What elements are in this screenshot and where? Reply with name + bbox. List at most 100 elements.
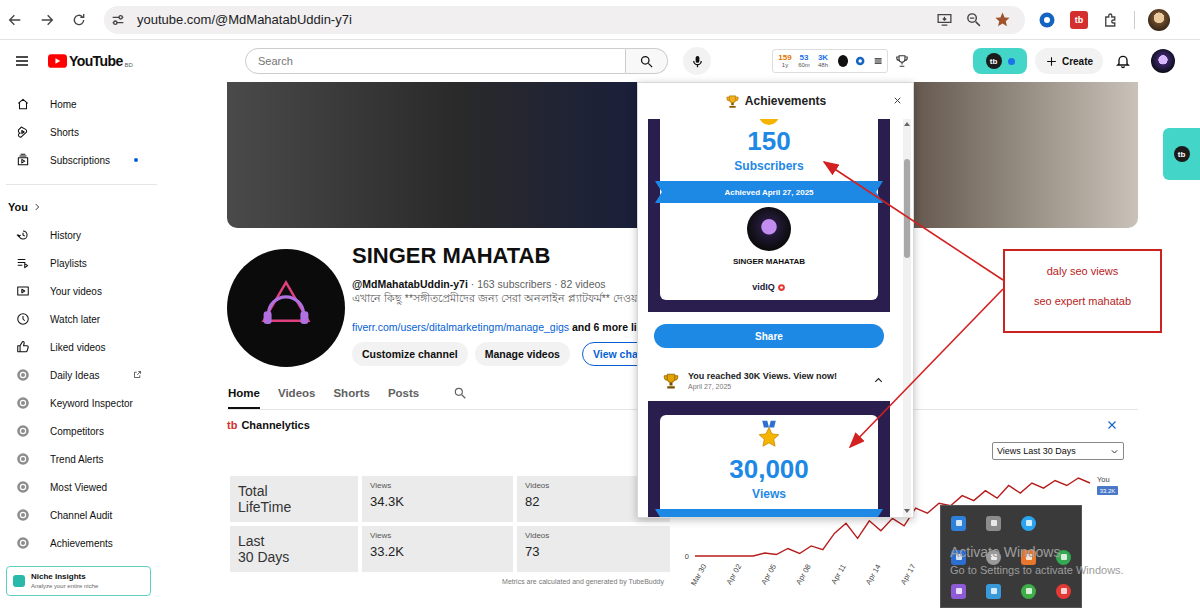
- medal-icon: [752, 419, 786, 453]
- tray-app-button[interactable]: [976, 574, 1011, 608]
- search-icon[interactable]: [453, 386, 467, 400]
- scroll-up-arrow-icon[interactable]: [904, 122, 910, 126]
- tubebuddy-tool-item[interactable]: Keyword Inspector: [0, 389, 165, 417]
- tray-app-button[interactable]: [976, 506, 1011, 540]
- search-icon: [639, 54, 654, 69]
- playlists-icon: [16, 256, 30, 270]
- channel-avatar-image[interactable]: [227, 249, 345, 367]
- chart-range-dropdown[interactable]: Views Last 30 Days: [992, 442, 1124, 460]
- scroll-down-arrow-icon[interactable]: [904, 509, 910, 513]
- tubebuddy-tool-item[interactable]: Competitors: [0, 417, 165, 445]
- status-dot: [1008, 58, 1015, 65]
- tray-app-button[interactable]: [941, 574, 976, 608]
- watch-later-icon: [16, 312, 30, 326]
- search-button[interactable]: [626, 48, 668, 74]
- address-bar[interactable]: youtube.com/@MdMahatabUddin-y7i: [104, 6, 1025, 34]
- vidiq-stat: 159 1y: [777, 53, 793, 69]
- channel-tab[interactable]: Videos: [278, 387, 316, 409]
- tubebuddy-side-tab[interactable]: tb: [1163, 128, 1200, 180]
- tubebuddy-tool-icon: [16, 368, 30, 382]
- channel-tab[interactable]: Home: [228, 387, 260, 409]
- scrollbar[interactable]: [903, 119, 911, 517]
- tray-app-button[interactable]: [1046, 540, 1081, 574]
- tubebuddy-tool-item[interactable]: Trend Alerts: [0, 445, 165, 473]
- sidebar-item[interactable]: Watch later: [0, 305, 165, 333]
- tray-app-icon: [951, 584, 966, 599]
- tray-app-icon: [1056, 584, 1071, 599]
- new-content-dot: [134, 158, 138, 162]
- create-button[interactable]: Create: [1035, 48, 1103, 74]
- sidebar-item[interactable]: Shorts: [0, 118, 165, 146]
- chevron-up-icon[interactable]: [873, 375, 884, 386]
- screen: youtube.com/@MdMahatabUddin-y7i tb YouTu…: [0, 0, 1200, 608]
- vidiq-stats-badge[interactable]: 159 1y53 60m3K 48h: [772, 49, 888, 73]
- niche-insights-card[interactable]: Niche Insights Analyze your entire niche: [6, 566, 151, 596]
- voice-search-button[interactable]: [683, 47, 711, 75]
- channel-description[interactable]: এখানে কিছু **সঙ্গীতপ্রেমীদের জন্য সেরা অ…: [352, 291, 670, 305]
- browser-profile-avatar[interactable]: [1148, 9, 1170, 31]
- tubebuddy-tool-icon: [16, 424, 30, 438]
- tubebuddy-button[interactable]: tb: [973, 48, 1027, 74]
- you-section-header[interactable]: You: [0, 193, 165, 221]
- close-icon[interactable]: [1106, 419, 1118, 431]
- tubebuddy-tool-item[interactable]: Channel Audit: [0, 501, 165, 529]
- menu-lines-icon[interactable]: [873, 55, 883, 67]
- site-settings-icon[interactable]: [110, 12, 126, 28]
- trophy-icon[interactable]: [895, 54, 909, 68]
- annotation-box: daly seo viewsseo expert mahatab: [1003, 249, 1162, 333]
- dropdown-chevron-icon: [1110, 447, 1119, 456]
- sidebar-item[interactable]: History: [0, 221, 165, 249]
- search-input[interactable]: Search: [245, 48, 626, 74]
- scrollbar-thumb[interactable]: [904, 159, 910, 259]
- close-icon[interactable]: [892, 95, 903, 106]
- channel-tab[interactable]: Posts: [388, 387, 419, 409]
- tray-app-button[interactable]: [976, 540, 1011, 574]
- forward-button[interactable]: [32, 5, 62, 35]
- y-axis-tick: 0: [685, 552, 689, 561]
- extensions-puzzle-icon[interactable]: [1102, 11, 1120, 29]
- sidebar-item[interactable]: Your videos: [0, 277, 165, 305]
- tray-app-button[interactable]: [1011, 540, 1046, 574]
- sidebar-item[interactable]: Playlists: [0, 249, 165, 277]
- bookmark-star-icon[interactable]: [994, 11, 1011, 28]
- tubebuddy-tool-item[interactable]: Achievements: [0, 529, 165, 557]
- vidiq-extension-icon[interactable]: [1038, 11, 1056, 29]
- channel-action-button[interactable]: Customize channel: [352, 342, 468, 366]
- menu-icon[interactable]: [14, 53, 30, 69]
- tray-app-icon: [1021, 516, 1036, 531]
- tubebuddy-extension-button[interactable]: tb: [1070, 11, 1088, 29]
- tray-app-button[interactable]: [941, 540, 976, 574]
- tray-app-button[interactable]: [1011, 574, 1046, 608]
- achievement-notice[interactable]: You reached 30K Views. View now! April 2…: [648, 362, 890, 399]
- share-button[interactable]: Share: [654, 324, 884, 348]
- notifications-bell-icon[interactable]: [1115, 53, 1131, 69]
- sidebar-item[interactable]: Liked videos: [0, 333, 165, 361]
- achievement-unit: Subscribers: [734, 158, 803, 174]
- x-axis-tick: Apr 11: [829, 563, 848, 586]
- vidiq-logo-icon[interactable]: [855, 55, 865, 67]
- sidebar-item[interactable]: Home: [0, 90, 165, 118]
- x-axis-tick: Apr 17: [899, 563, 918, 587]
- tubebuddy-tool-icon: [16, 508, 30, 522]
- channel-tab[interactable]: Shorts: [333, 387, 369, 409]
- channel-links[interactable]: fiverr.com/users/ditalmarketingm/manage_…: [352, 320, 670, 334]
- reload-button[interactable]: [64, 5, 94, 35]
- back-button[interactable]: [0, 5, 30, 35]
- tubebuddy-tool-item[interactable]: Most Viewed: [0, 473, 165, 501]
- tray-app-button[interactable]: [1011, 506, 1046, 540]
- achievements-popup: Achievements 150 Subscribers Achieved Ap…: [637, 82, 914, 518]
- tubebuddy-tool-item[interactable]: Daily Ideas: [0, 361, 165, 389]
- youtube-logo[interactable]: YouTube BD: [48, 53, 138, 69]
- achievement-value: 150: [747, 127, 790, 155]
- tray-app-button[interactable]: [941, 506, 976, 540]
- tray-app-button[interactable]: [1046, 574, 1081, 608]
- achievement-channel-name: SINGER MAHATAB: [733, 257, 805, 266]
- annotation-text: daly seo views: [1047, 265, 1119, 277]
- tray-app-icon: [986, 550, 1001, 565]
- account-avatar[interactable]: [1151, 49, 1175, 73]
- channel-action-button[interactable]: Manage videos: [475, 342, 570, 366]
- install-app-icon[interactable]: [936, 11, 953, 28]
- zoom-icon[interactable]: [965, 11, 982, 28]
- url-text[interactable]: youtube.com/@MdMahatabUddin-y7i: [137, 12, 352, 27]
- sidebar-item[interactable]: Subscriptions: [0, 146, 165, 174]
